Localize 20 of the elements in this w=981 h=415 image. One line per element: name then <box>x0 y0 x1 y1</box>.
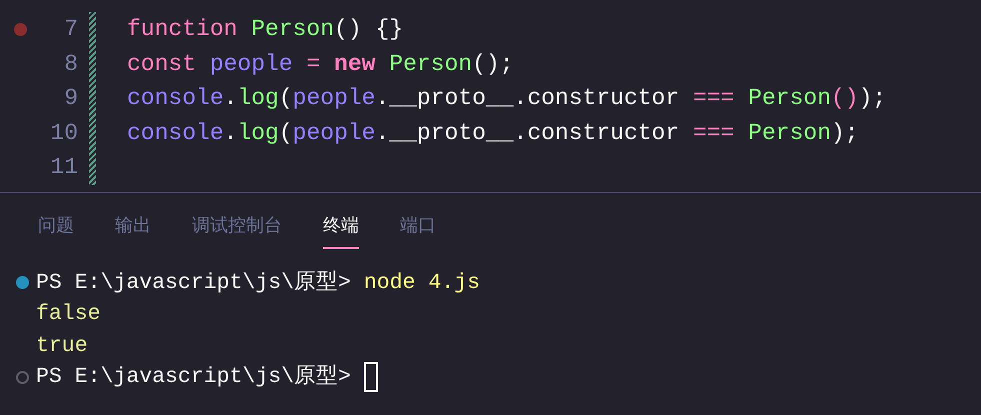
terminal-output: true <box>36 332 88 360</box>
line-number: 7 <box>63 15 78 44</box>
code-line: function Person() {} <box>127 15 404 44</box>
code-line: console.log(people.__proto__.constructor === Person); <box>127 118 859 148</box>
panel-tab[interactable]: 调试控制台 <box>192 211 282 249</box>
breakpoint-icon[interactable] <box>14 22 26 36</box>
code-line: const people = new Person(); <box>127 50 514 78</box>
terminal-prompt: PS E:\javascript\js\原型> <box>36 364 351 392</box>
line-number: 10 <box>49 118 78 148</box>
panel-tab[interactable]: 端口 <box>400 211 436 249</box>
line-number: 11 <box>49 153 78 182</box>
terminal-command: node 4.js <box>362 270 480 297</box>
panel-tab[interactable]: 输出 <box>115 211 151 249</box>
terminal-output: false <box>36 301 101 328</box>
line-number: 9 <box>63 84 78 113</box>
panel-tab[interactable]: 终端 <box>323 211 359 249</box>
terminal-prompt: PS E:\javascript\js\原型> <box>36 270 351 297</box>
line-number: 8 <box>63 50 78 78</box>
code-line: console.log(people.__proto__.constructor === Person()); <box>127 84 886 113</box>
panel-tab[interactable]: 问题 <box>38 211 74 249</box>
